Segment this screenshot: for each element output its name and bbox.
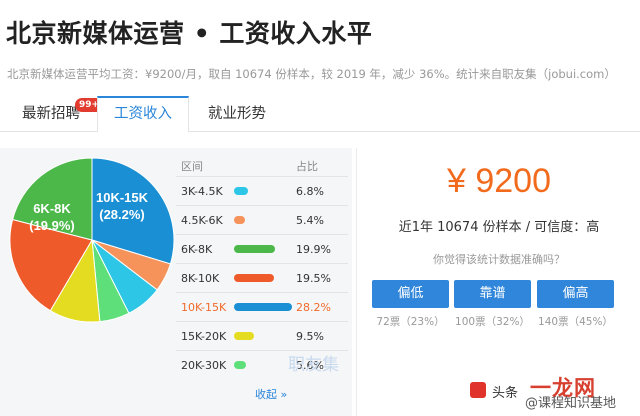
tab-salary[interactable]: 工资收入 — [97, 96, 189, 133]
row-pct: 9.5% — [296, 330, 324, 343]
row-range: 20K-30K — [181, 359, 227, 372]
vote-accurate-button[interactable]: 靠谱 — [454, 280, 531, 308]
vote-accurate-count: 100票（32%） — [455, 316, 530, 328]
row-range: 8K-10K — [181, 272, 220, 285]
tab-employment[interactable]: 就业形势 — [208, 96, 266, 132]
collapse-link[interactable]: 收起 » — [255, 386, 287, 402]
row-pct: 6.8% — [296, 185, 324, 198]
watermark-text: 职友集 — [288, 355, 339, 375]
distribution-row-active[interactable]: 10K-15K 28.2% — [176, 292, 348, 321]
toutiao-logo-icon — [470, 382, 486, 398]
source-watermark: 头条 一龙网 @课程知识基地 — [470, 370, 640, 416]
row-range: 15K-20K — [181, 330, 227, 343]
page-title: 北京新媒体运营 • 工资收入水平 — [6, 19, 373, 48]
row-bar — [234, 245, 275, 253]
row-bar — [234, 332, 254, 340]
salary-summary: 北京新媒体运营平均工资：¥9200/月，取自 10674 份样本，较 2019 … — [7, 67, 616, 81]
vote-low-button[interactable]: 偏低 — [372, 280, 449, 308]
tab-latest-jobs-label: 最新招聘 — [22, 106, 80, 122]
header-range: 区间 — [181, 160, 203, 173]
row-range: 10K-15K — [181, 301, 227, 314]
sample-info: 近1年 10674 份样本 / 可信度：高 — [398, 220, 600, 235]
row-pct: 19.5% — [296, 272, 331, 285]
distribution-row[interactable]: 4.5K-6K 5.4% — [176, 205, 348, 234]
vote-high-button[interactable]: 偏高 — [537, 280, 614, 308]
row-bar — [234, 361, 246, 369]
pie-label-6k-8k: 6K-8K — [33, 201, 71, 216]
accuracy-question: 你觉得该统计数据准确吗？ — [433, 253, 565, 266]
row-range: 6K-8K — [181, 243, 213, 256]
distribution-row[interactable]: 15K-20K 9.5% — [176, 321, 348, 350]
pie-label-6k-8k-pct: (19.9%) — [29, 218, 75, 233]
source-prefix: 头条 — [492, 386, 519, 401]
row-bar — [234, 216, 245, 224]
salary-pie-chart: 10K-15K (28.2%) 6K-8K (19.9%) — [9, 157, 175, 323]
vote-low-count: 72票（23%） — [376, 316, 445, 328]
row-range: 3K-4.5K — [181, 185, 223, 198]
distribution-row[interactable]: 8K-10K 19.5% — [176, 263, 348, 292]
distribution-row[interactable]: 6K-8K 19.9% — [176, 234, 348, 263]
tab-bar: 最新招聘 99+ 工资收入 就业形势 — [0, 96, 640, 133]
tab-latest-jobs[interactable]: 最新招聘 — [22, 96, 80, 132]
row-bar — [234, 274, 274, 282]
pie-label-10k-15k: 10K-15K — [96, 190, 149, 205]
average-salary: ¥ 9200 — [447, 162, 551, 200]
header-percentage: 占比 — [296, 160, 318, 173]
distribution-row[interactable]: 3K-4.5K 6.8% — [176, 176, 348, 205]
row-pct: 5.4% — [296, 214, 324, 227]
tab-employment-label: 就业形势 — [208, 106, 266, 122]
tab-salary-label: 工资收入 — [114, 106, 172, 122]
row-pct: 19.9% — [296, 243, 331, 256]
row-bar — [234, 187, 248, 195]
brand-site: @课程知识基地 — [525, 396, 617, 411]
row-pct: 28.2% — [296, 301, 331, 314]
row-bar — [234, 303, 292, 311]
row-range: 4.5K-6K — [181, 214, 223, 227]
pie-label-10k-15k-pct: (28.2%) — [99, 207, 145, 222]
vote-high-count: 140票（45%） — [538, 316, 613, 328]
